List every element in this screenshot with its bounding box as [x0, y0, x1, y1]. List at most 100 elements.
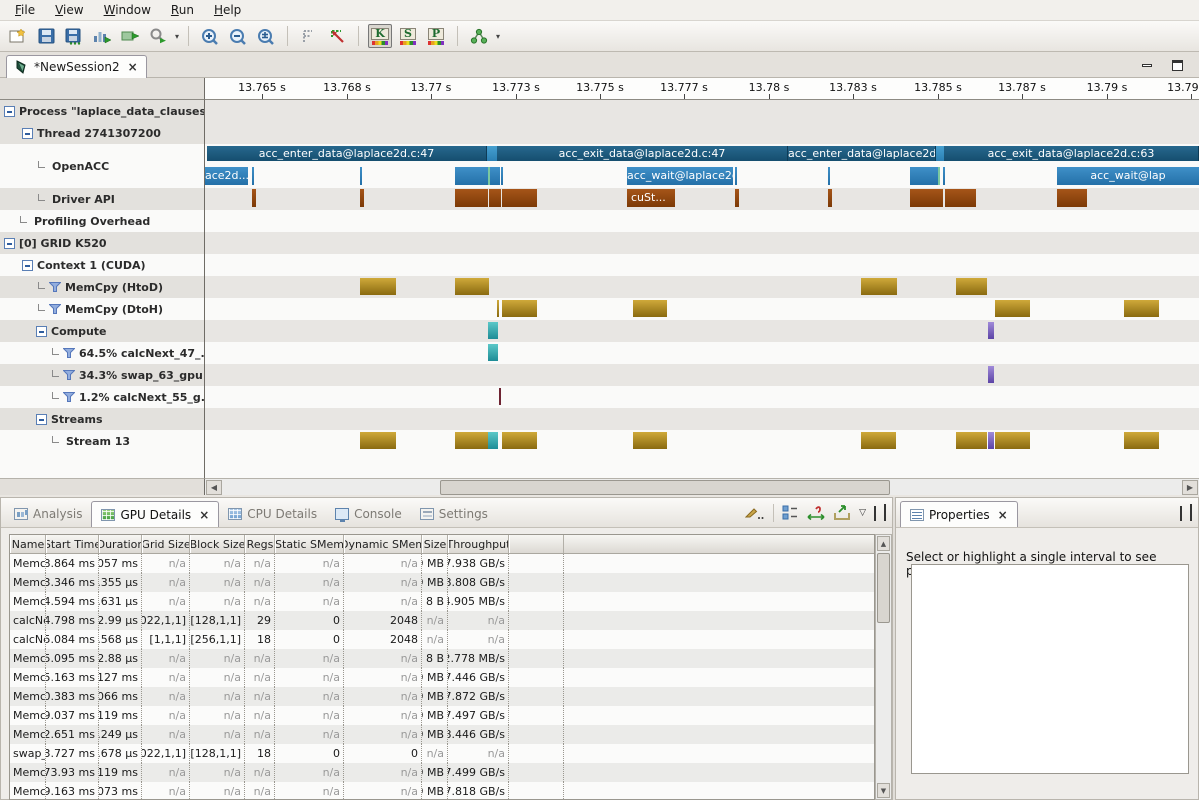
column-header-regs[interactable]: Regs — [245, 535, 275, 553]
zoom-out-icon[interactable] — [226, 24, 250, 48]
filter-funnel-icon[interactable] — [63, 392, 75, 402]
interval-bar[interactable]: acc_enter_data@laplace2d.c:63 — [788, 146, 936, 161]
interval-bar[interactable] — [735, 167, 737, 185]
brush-icon[interactable] — [745, 506, 765, 520]
menu-help[interactable]: Help — [205, 1, 250, 19]
interval-bar[interactable] — [360, 432, 396, 449]
interval-bar[interactable] — [1124, 432, 1159, 449]
column-header-filler[interactable] — [509, 535, 564, 553]
maximize-icon[interactable] — [884, 507, 886, 520]
tree-item-filler[interactable] — [0, 452, 205, 478]
maximize-icon[interactable] — [1166, 59, 1188, 72]
interval-bar[interactable] — [995, 300, 1030, 317]
tab-properties[interactable]: Properties × — [900, 501, 1018, 527]
interval-bar[interactable] — [252, 189, 256, 207]
interval-bar[interactable] — [828, 167, 830, 185]
interval-bar[interactable] — [360, 278, 396, 295]
table-row[interactable]: calcNe155.084 ms5.568 µs[1,1,1][256,1,1]… — [10, 630, 874, 649]
interval-bar[interactable]: acc_enter_data@laplace2d.c:47 — [207, 146, 487, 161]
interval-bar[interactable] — [945, 189, 976, 207]
close-icon[interactable]: × — [998, 508, 1008, 522]
column-header-duration[interactable]: Duration — [99, 535, 142, 553]
interval-bar[interactable] — [497, 300, 499, 317]
column-header-name[interactable]: Name — [10, 535, 46, 553]
interval-bar[interactable] — [360, 167, 362, 185]
interval-bar[interactable] — [488, 432, 498, 449]
close-icon[interactable]: × — [199, 508, 209, 522]
new-session-icon[interactable] — [6, 24, 30, 48]
process-mode-button[interactable]: P — [424, 24, 448, 48]
save-icon[interactable] — [34, 24, 58, 48]
close-icon[interactable]: × — [128, 60, 138, 74]
tab-settings[interactable]: Settings — [411, 501, 497, 527]
interval-bar[interactable] — [502, 300, 537, 317]
collapse-icon[interactable] — [22, 128, 33, 139]
table-vscrollbar[interactable]: ▲ ▼ — [875, 534, 892, 800]
filter-funnel-icon[interactable] — [49, 282, 61, 292]
tree-item-kernel-calcnext47[interactable]: 64.5% calcNext_47_... — [0, 342, 205, 364]
interval-bar[interactable] — [502, 189, 537, 207]
interval-bar[interactable]: acc_exit_data@laplace2d.c:47 — [497, 146, 788, 161]
menu-window[interactable]: Window — [95, 1, 160, 19]
minimize-icon[interactable] — [1180, 507, 1182, 520]
column-header-throughput[interactable]: Throughput — [448, 535, 509, 553]
interval-bar[interactable] — [988, 366, 994, 383]
interval-bar[interactable]: acc_wait@laplace2d.c... — [627, 167, 733, 185]
scroll-left-icon[interactable]: ◀ — [206, 480, 222, 495]
column-header-start-time[interactable]: Start Time — [46, 535, 99, 553]
view-menu-icon[interactable]: ▽ — [859, 508, 866, 518]
collapse-icon[interactable] — [36, 326, 47, 337]
kernel-mode-button[interactable]: K — [368, 24, 392, 48]
interval-bar[interactable] — [488, 167, 490, 185]
tab-analysis[interactable]: Analysis — [5, 501, 91, 527]
collapse-icon[interactable] — [4, 238, 15, 249]
table-row[interactable]: Memcp179.163 ms1.073 msn/an/an/an/an/a9 … — [10, 782, 874, 800]
interval-bar[interactable] — [455, 432, 488, 449]
interval-bar[interactable] — [499, 388, 501, 405]
tree-item-memcpy-htod[interactable]: MemCpy (HtoD) — [0, 276, 205, 298]
interval-bar[interactable]: acc_exit_data@laplace2d.c:63 — [944, 146, 1199, 161]
tree-item-streams[interactable]: Streams — [0, 408, 205, 430]
column-header-dynamic-smem[interactable]: Dynamic SMem — [344, 535, 422, 553]
interval-bar[interactable] — [936, 146, 944, 161]
hscroll-thumb[interactable] — [440, 480, 890, 495]
table-row[interactable]: Memcp173.93 ms1.119 msn/an/an/an/an/a9 M… — [10, 763, 874, 782]
interval-bar[interactable] — [455, 278, 489, 295]
column-header-static-smem[interactable]: Static SMem — [275, 535, 344, 553]
table-row[interactable]: Memcp160.383 ms1.066 msn/an/an/an/an/a9 … — [10, 687, 874, 706]
column-header-size[interactable]: Size — [422, 535, 448, 553]
interval-bar[interactable] — [252, 167, 254, 185]
table-row[interactable]: swap_173.727 ms50.678 µs[1022,1,1][128,1… — [10, 744, 874, 763]
scroll-right-icon[interactable]: ▶ — [1182, 480, 1198, 495]
tree-item-process[interactable]: Process "laplace_data_clauses 10... — [0, 100, 205, 122]
table-row[interactable]: Memcp153.346 ms62.355 µsn/an/an/an/an/a9… — [10, 573, 874, 592]
interval-bar[interactable] — [488, 344, 498, 361]
interval-bar[interactable] — [1124, 300, 1159, 317]
tab-console[interactable]: Console — [326, 501, 411, 527]
interval-bar[interactable]: acc_wait@lap — [1057, 167, 1199, 185]
filter-funnel-icon[interactable] — [63, 370, 75, 380]
tree-item-kernel-calcnext55[interactable]: 1.2% calcNext_55_g... — [0, 386, 205, 408]
minimize-icon[interactable] — [1136, 59, 1158, 72]
analysis-graph-icon[interactable] — [467, 24, 491, 48]
interval-bar[interactable] — [988, 322, 994, 339]
table-row[interactable]: Memcp169.037 ms1.119 msn/an/an/an/an/a9 … — [10, 706, 874, 725]
maximize-icon[interactable] — [1190, 507, 1192, 520]
scroll-up-icon[interactable]: ▲ — [877, 536, 890, 551]
table-row[interactable]: calcNe154.798 ms282.99 µs[1022,1,1][128,… — [10, 611, 874, 630]
interval-bar[interactable] — [487, 146, 497, 161]
export-icon[interactable] — [833, 505, 851, 521]
tree-item-profiling-overhead[interactable]: Profiling Overhead — [0, 210, 205, 232]
interval-bar[interactable] — [633, 432, 667, 449]
layout-icon[interactable] — [782, 505, 799, 521]
interval-bar[interactable] — [502, 432, 537, 449]
filter-funnel-icon[interactable] — [49, 304, 61, 314]
interval-bar[interactable] — [455, 167, 500, 185]
table-row[interactable]: Memcp148.864 ms1.057 msn/an/an/an/an/a9 … — [10, 554, 874, 573]
rename-icon[interactable] — [118, 24, 142, 48]
interval-bar[interactable] — [956, 278, 987, 295]
tree-item-stream-13[interactable]: Stream 13 — [0, 430, 205, 452]
zoom-reset-icon[interactable] — [254, 24, 278, 48]
interval-bar[interactable] — [735, 189, 739, 207]
table-row[interactable]: Memcp155.095 ms2.88 µsn/an/an/an/an/a8 B… — [10, 649, 874, 668]
